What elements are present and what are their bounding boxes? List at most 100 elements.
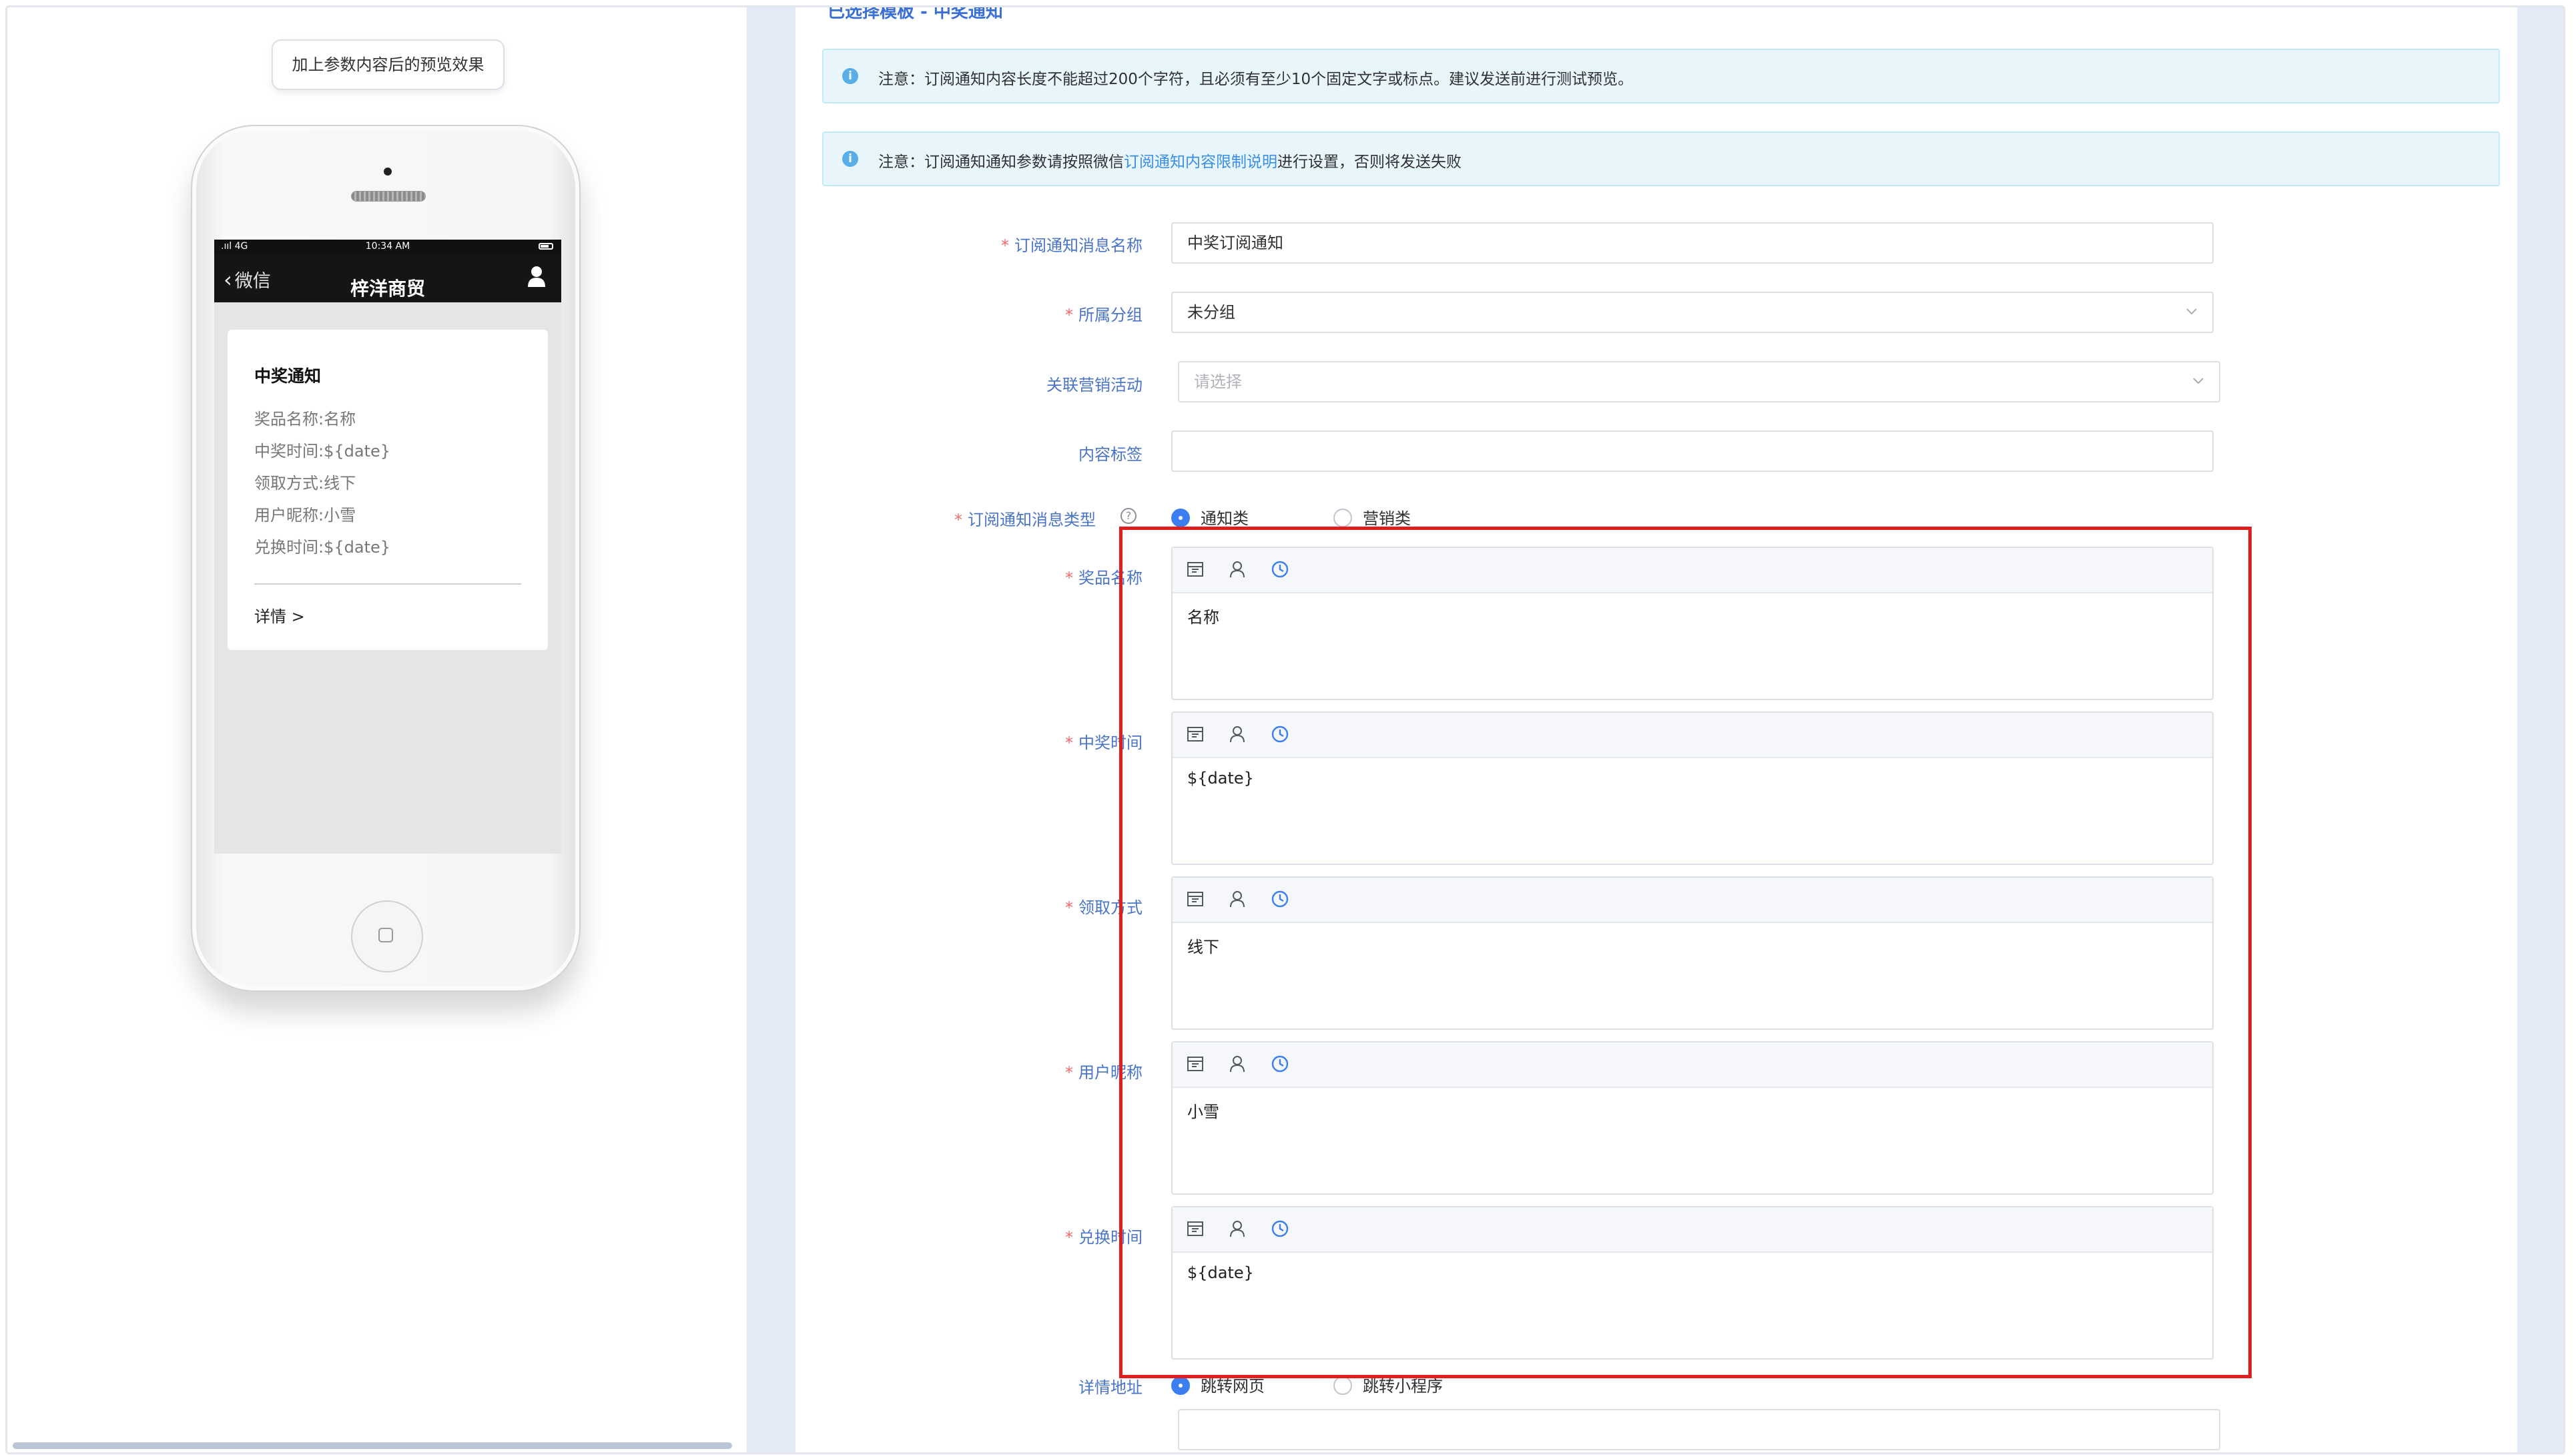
template-insert-icon[interactable] — [1186, 1055, 1205, 1073]
template-insert-icon[interactable] — [1186, 560, 1205, 579]
user-icon[interactable] — [1228, 1055, 1247, 1073]
editor-toolbar — [1173, 1207, 2212, 1253]
message-card: 中奖通知 奖品名称:名称 中奖时间:${date} 领取方式:线下 用户昵称:小… — [228, 330, 548, 650]
activity-select-placeholder: 请选择 — [1194, 372, 1242, 391]
name-input[interactable]: 中奖订阅通知 — [1171, 222, 2214, 264]
preview-panel: 加上参数内容后的预览效果 .ııl 4G 10:34 AM ‹微信 梓洋商贸 — [7, 7, 741, 1452]
field-label-prize: * 奖品名称 — [809, 565, 1143, 588]
alert-params: i 注意：订阅通知通知参数请按照微信订阅通知内容限制说明进行设置，否则将发送失败 — [822, 131, 2500, 186]
field-editor-claim-method[interactable]: 线下 — [1171, 876, 2214, 1030]
field-editor-prize[interactable]: 名称 — [1171, 547, 2214, 700]
clock-icon[interactable] — [1271, 1219, 1289, 1238]
radio-dot — [1333, 1376, 1352, 1395]
required-mark: * — [1065, 306, 1073, 324]
template-insert-icon[interactable] — [1186, 890, 1205, 908]
activity-select[interactable]: 请选择 — [1178, 361, 2220, 402]
form-panel: 已选择模板 - 中奖通知 i 注意：订阅通知内容长度不能超过200个字符，且必须… — [747, 7, 2563, 1452]
required-mark: * — [1065, 898, 1073, 917]
user-icon[interactable] — [1228, 1219, 1247, 1238]
page-frame: 加上参数内容后的预览效果 .ııl 4G 10:34 AM ‹微信 梓洋商贸 — [5, 5, 2565, 1454]
chevron-down-icon — [2193, 378, 2204, 384]
phone-camera — [384, 168, 392, 176]
tag-input[interactable] — [1171, 430, 2214, 472]
clock-icon[interactable] — [1271, 725, 1289, 744]
horizontal-scrollbar[interactable] — [13, 1442, 732, 1449]
clock-icon[interactable] — [1271, 890, 1289, 908]
message-line: 领取方式:线下 — [254, 474, 356, 493]
editor-content: 小雪 — [1187, 1103, 1219, 1121]
radio-label: 跳转网页 — [1201, 1377, 1265, 1396]
message-line: 用户昵称:小雪 — [254, 506, 356, 525]
user-icon[interactable] — [527, 265, 547, 288]
chevron-down-icon — [2186, 308, 2197, 315]
message-line: 中奖时间:${date} — [254, 442, 391, 461]
field-label-redeem-time: * 兑换时间 — [809, 1224, 1143, 1247]
home-button — [351, 900, 423, 972]
radio-dot — [1333, 509, 1352, 527]
info-icon: i — [842, 68, 858, 84]
type-radio-marketing[interactable]: 营销类 — [1333, 505, 1411, 529]
message-detail-link[interactable]: 详情 > — [254, 603, 305, 627]
detail-radio-miniprogram[interactable]: 跳转小程序 — [1333, 1373, 1443, 1396]
user-icon[interactable] — [1228, 890, 1247, 908]
field-editor-nickname[interactable]: 小雪 — [1171, 1041, 2214, 1195]
detail-radio-webpage[interactable]: 跳转网页 — [1171, 1373, 1265, 1396]
info-icon: i — [842, 151, 858, 167]
template-insert-icon[interactable] — [1186, 725, 1205, 744]
alert-text: 注意：订阅通知内容长度不能超过200个字符，且必须有至少10个固定文字或标点。建… — [878, 71, 1634, 88]
detail-label: 详情地址 — [1078, 1378, 1143, 1397]
type-radio-notice[interactable]: 通知类 — [1171, 505, 1249, 529]
alert-length: i 注意：订阅通知内容长度不能超过200个字符，且必须有至少10个固定文字或标点… — [822, 49, 2500, 103]
message-line: 兑换时间:${date} — [254, 538, 391, 557]
detail-url-input[interactable] — [1178, 1409, 2220, 1450]
template-insert-icon[interactable] — [1186, 1219, 1205, 1238]
message-title: 中奖通知 — [254, 366, 322, 386]
nav-title: 梓洋商贸 — [350, 278, 425, 300]
editor-toolbar — [1173, 713, 2212, 758]
message-divider — [254, 583, 521, 585]
required-mark: * — [1065, 1063, 1073, 1082]
name-label: * 订阅通知消息名称 — [809, 232, 1143, 256]
field-label-text: 兑换时间 — [1078, 1228, 1143, 1247]
field-editor-redeem-time[interactable]: ${date} — [1171, 1206, 2214, 1360]
field-label-text: 用户昵称 — [1078, 1063, 1143, 1082]
group-select-value: 未分组 — [1187, 303, 1235, 322]
type-label-text: 订阅通知消息类型 — [968, 511, 1096, 529]
phone-screen: .ııl 4G 10:34 AM ‹ 微信 梓洋商贸 中奖通知 奖品名称:名称 … — [214, 240, 561, 854]
alert-prefix: 注意：订阅通知通知参数请按照微信 — [878, 154, 1124, 171]
clock-icon[interactable] — [1271, 1055, 1289, 1073]
group-label: * 所属分组 — [809, 302, 1143, 325]
group-select[interactable]: 未分组 — [1171, 292, 2214, 333]
field-label-nickname: * 用户昵称 — [809, 1059, 1143, 1083]
editor-toolbar — [1173, 1043, 2212, 1088]
help-icon[interactable]: ? — [1120, 508, 1137, 524]
editor-toolbar — [1173, 878, 2212, 923]
field-label-text: 领取方式 — [1078, 898, 1143, 917]
phone-speaker — [351, 191, 426, 202]
user-icon[interactable] — [1228, 725, 1247, 744]
clock-icon[interactable] — [1271, 560, 1289, 579]
required-mark: * — [1001, 236, 1009, 255]
activity-label: 关联营销活动 — [1046, 376, 1143, 394]
required-mark: * — [1065, 569, 1073, 587]
template-header: 已选择模板 - 中奖通知 — [828, 5, 1003, 22]
field-editor-win-time[interactable]: ${date} — [1171, 711, 2214, 865]
editor-content: 线下 — [1187, 938, 1219, 956]
field-label-text: 中奖时间 — [1078, 734, 1143, 752]
required-mark: * — [1065, 734, 1073, 752]
message-lines: 奖品名称:名称 中奖时间:${date} 领取方式:线下 用户昵称:小雪 兑换时… — [254, 403, 390, 563]
message-line: 奖品名称:名称 — [254, 410, 356, 428]
editor-content: ${date} — [1187, 1263, 1254, 1282]
type-label: * 订阅通知消息类型 — [762, 507, 1096, 530]
status-time: 10:34 AM — [365, 241, 410, 252]
battery-icon — [539, 243, 553, 250]
tag-label: 内容标签 — [1078, 445, 1143, 464]
radio-dot — [1171, 1376, 1190, 1395]
status-bar: .ııl 4G 10:34 AM — [214, 240, 561, 254]
user-icon[interactable] — [1228, 560, 1247, 579]
radio-label: 跳转小程序 — [1363, 1377, 1443, 1396]
editor-toolbar — [1173, 548, 2212, 593]
alert-link[interactable]: 订阅通知内容限制说明 — [1124, 154, 1277, 171]
required-mark: * — [954, 511, 962, 529]
editor-content: ${date} — [1187, 769, 1254, 788]
